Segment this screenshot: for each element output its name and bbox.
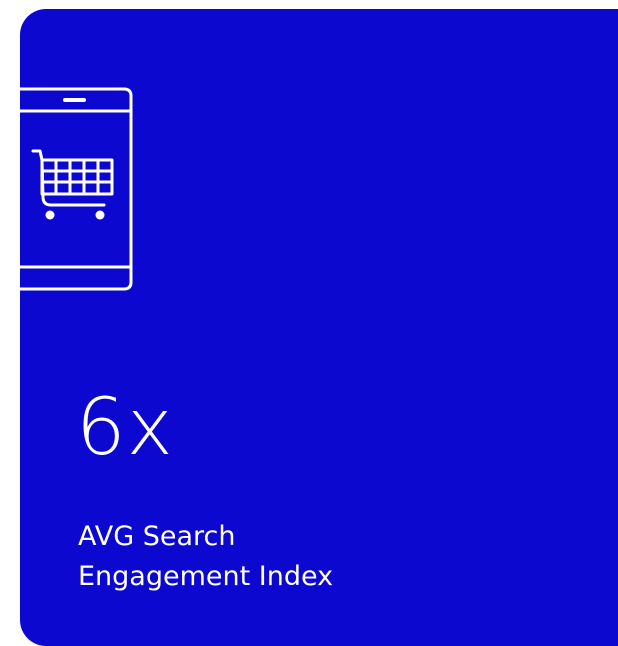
stat-card: 6x AVG Search Engagement Index: [20, 9, 618, 646]
stat-label: AVG Search Engagement Index: [78, 517, 498, 597]
mobile-shopping-cart-icon: [20, 87, 133, 291]
stat-label-line1: AVG Search: [78, 521, 236, 552]
stat-label-line2: Engagement Index: [78, 561, 334, 592]
stat-value: 6x: [76, 383, 174, 473]
